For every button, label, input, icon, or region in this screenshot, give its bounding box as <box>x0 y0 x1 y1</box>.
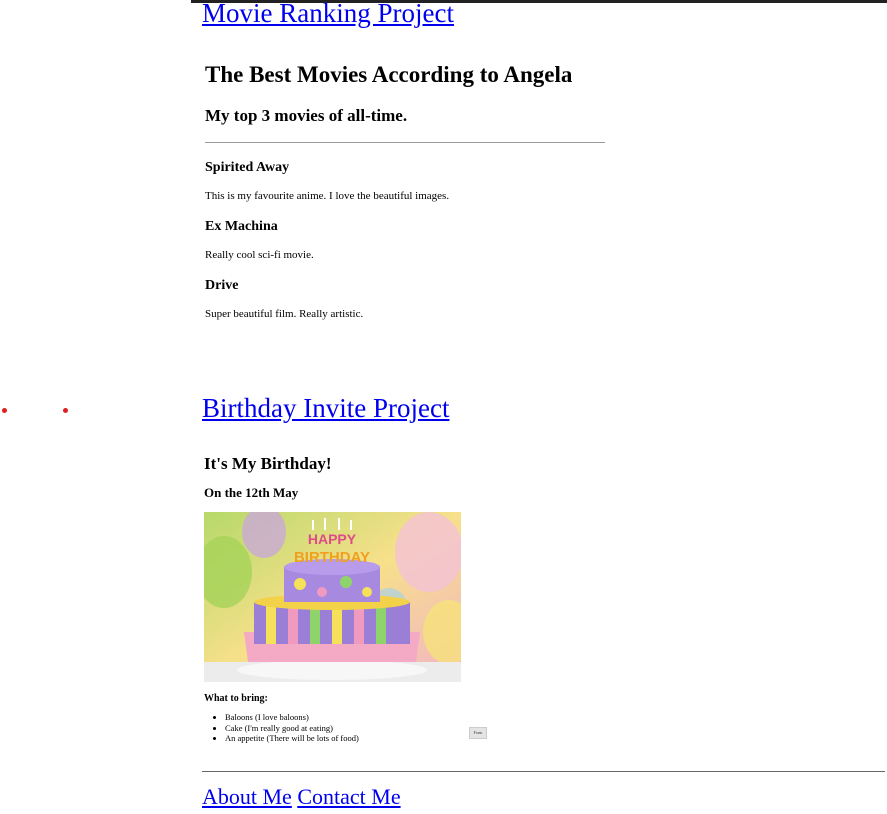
movie-description: This is my favourite anime. I love the b… <box>205 190 450 202</box>
list-item: Baloons (I love baloons) <box>225 712 359 723</box>
list-item: Cake (I'm really good at eating) <box>225 723 359 734</box>
movie-title: Drive <box>205 278 239 293</box>
contact-me-link[interactable]: Contact Me <box>297 784 400 809</box>
footer-links: About Me Contact Me <box>202 786 401 808</box>
movie-title: Spirited Away <box>205 160 290 175</box>
bring-items-list: Baloons (I love baloons) Cake (I'm reall… <box>211 712 359 744</box>
movie-description: Super beautiful film. Really artistic. <box>205 308 364 320</box>
birthday-date: On the 12th May <box>204 485 299 500</box>
birthday-cake-image: HAPPY BIRTHDAY <box>204 512 461 682</box>
birthday-invite-preview: It's My Birthday! On the 12th May HAPPY … <box>203 452 493 752</box>
birthday-invite-project-link[interactable]: Birthday Invite Project <box>202 395 449 422</box>
list-bullet <box>2 408 7 413</box>
movie-title: Ex Machina <box>205 219 278 234</box>
birthday-heading: It's My Birthday! <box>204 454 332 473</box>
about-me-link[interactable]: About Me <box>202 784 292 809</box>
movie-ranking-preview: The Best Movies According to Angela My t… <box>203 58 623 328</box>
list-bullet <box>63 408 68 413</box>
movie-preview-divider <box>205 142 605 143</box>
movie-ranking-project-link[interactable]: Movie Ranking Project <box>202 0 454 27</box>
what-to-bring-heading: What to bring: <box>204 693 268 704</box>
cake-happy-text: HAPPY <box>308 531 357 547</box>
form-button[interactable]: Form <box>469 727 487 739</box>
movie-description: Really cool sci-fi movie. <box>205 249 314 261</box>
list-item: An appetite (There will be lots of food) <box>225 733 359 744</box>
cake-birthday-text: BIRTHDAY <box>294 549 370 566</box>
movie-preview-subtitle: My top 3 movies of all-time. <box>205 106 408 125</box>
movie-preview-title: The Best Movies According to Angela <box>205 62 573 87</box>
footer-divider <box>202 771 885 772</box>
